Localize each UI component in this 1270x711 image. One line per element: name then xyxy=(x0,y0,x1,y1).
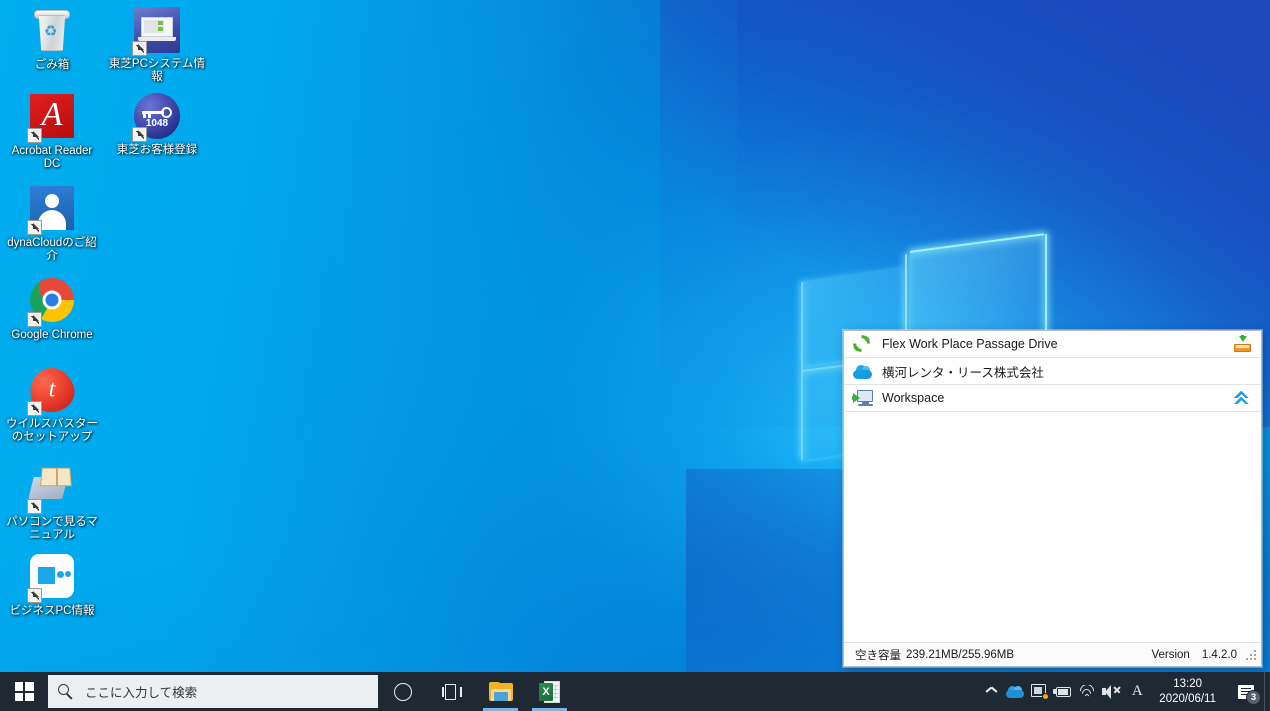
acrobat-reader-icon: A xyxy=(27,94,76,143)
desktop[interactable]: ♻ ごみ箱 東芝PCシステム情報 A Acrobat Reader DC 104… xyxy=(0,0,1270,711)
file-explorer-icon xyxy=(488,681,513,702)
free-space-label: 空き容量 xyxy=(855,649,901,662)
desktop-icon-label: dynaCloudのご紹介 xyxy=(7,237,97,262)
start-button[interactable] xyxy=(0,672,48,711)
clock-time: 13:20 xyxy=(1173,677,1203,690)
app-row-company[interactable]: 横河レンタ・リース株式会社 xyxy=(844,358,1261,385)
dynacloud-icon xyxy=(27,186,76,235)
excel-button[interactable]: X xyxy=(525,672,574,711)
desktop-icon-dynacloud[interactable]: dynaCloudのご紹介 xyxy=(0,184,104,263)
install-icon[interactable] xyxy=(1232,334,1252,354)
app-content-area[interactable] xyxy=(844,412,1261,642)
desktop-icon-acrobat-reader-dc[interactable]: A Acrobat Reader DC xyxy=(0,92,104,171)
app-row-action-empty xyxy=(1232,361,1252,381)
action-center-button[interactable]: 3 xyxy=(1228,672,1264,711)
notification-count-badge: 3 xyxy=(1246,690,1261,705)
show-hidden-icons-button[interactable] xyxy=(979,672,1003,711)
passage-drive-window[interactable]: Flex Work Place Passage Drive 横河レンタ・リース株… xyxy=(843,330,1262,667)
business-pc-info-icon xyxy=(27,554,76,603)
display-tray-button[interactable] xyxy=(1027,672,1051,711)
toshiba-customer-registration-icon: 1048 xyxy=(132,93,181,142)
cortana-icon xyxy=(393,682,412,701)
shortcut-arrow-icon xyxy=(27,588,42,603)
app-row-passage-drive[interactable]: Flex Work Place Passage Drive xyxy=(844,331,1261,358)
workspace-monitor-icon xyxy=(852,388,873,408)
app-row-label: 横河レンタ・リース株式会社 xyxy=(882,365,1044,380)
app-status-bar: 空き容量 239.21MB/255.96MB Version 1.4.2.0 xyxy=(844,642,1261,666)
display-icon xyxy=(1030,684,1049,700)
onedrive-cloud-icon xyxy=(1006,685,1025,698)
network-tray-button[interactable] xyxy=(1075,672,1099,711)
toshiba-pc-system-info-icon xyxy=(132,7,181,56)
shortcut-arrow-icon xyxy=(27,220,42,235)
desktop-icon-label: ビジネスPC情報 xyxy=(9,605,95,617)
sync-icon xyxy=(853,334,873,354)
cortana-button[interactable] xyxy=(378,672,427,711)
desktop-icon-google-chrome[interactable]: Google Chrome xyxy=(0,276,104,342)
onedrive-tray-button[interactable] xyxy=(1003,672,1027,711)
file-explorer-button[interactable] xyxy=(476,672,525,711)
desktop-icon-recycle-bin[interactable]: ♻ ごみ箱 xyxy=(0,6,104,72)
cloud-icon xyxy=(853,361,873,381)
chevron-up-icon xyxy=(986,688,997,695)
google-chrome-icon xyxy=(27,278,76,327)
resize-grip[interactable] xyxy=(1245,649,1256,660)
shortcut-arrow-icon xyxy=(27,401,42,416)
windows-logo-icon xyxy=(14,682,34,701)
desktop-icon-toshiba-customer-registration[interactable]: 1048 東芝お客様登録 xyxy=(105,92,209,157)
virus-buster-setup-icon: t xyxy=(25,363,79,417)
excel-icon: X xyxy=(539,680,560,703)
shortcut-arrow-icon xyxy=(27,499,42,514)
clock[interactable]: 13:20 2020/06/11 xyxy=(1151,672,1228,711)
desktop-icon-virus-buster-setup[interactable]: t ウイルスバスターのセットアップ xyxy=(0,363,104,444)
shortcut-arrow-icon xyxy=(132,127,147,142)
app-row-workspace[interactable]: Workspace xyxy=(844,385,1261,412)
free-space-value: 239.21MB/255.96MB xyxy=(906,648,1015,661)
desktop-icon-toshiba-pc-system-info[interactable]: 東芝PCシステム情報 xyxy=(105,6,209,84)
wifi-icon xyxy=(1078,685,1096,698)
task-view-button[interactable] xyxy=(427,672,476,711)
version-label: Version xyxy=(1151,648,1190,661)
battery-charging-icon xyxy=(1053,686,1073,698)
app-row-label: Workspace xyxy=(882,391,945,405)
pc-manual-icon xyxy=(27,465,76,514)
double-chevron-down-icon[interactable] xyxy=(1232,388,1252,408)
search-icon xyxy=(58,683,74,700)
shortcut-arrow-icon xyxy=(27,128,42,143)
desktop-icon-label: 東芝PCシステム情報 xyxy=(108,58,206,83)
ime-mode-button[interactable]: A xyxy=(1123,672,1151,711)
app-row-label: Flex Work Place Passage Drive xyxy=(882,337,1058,351)
search-placeholder: ここに入力して検索 xyxy=(85,686,198,700)
battery-tray-button[interactable] xyxy=(1051,672,1075,711)
task-view-icon xyxy=(441,683,462,700)
desktop-icon-label: Acrobat Reader DC xyxy=(11,145,93,170)
shortcut-arrow-icon xyxy=(27,312,42,327)
desktop-icon-label: ごみ箱 xyxy=(34,59,70,71)
desktop-icon-label: パソコンで見るマニュアル xyxy=(6,516,98,541)
recycle-bin-icon: ♻ xyxy=(28,8,76,56)
taskbar: ここに入力して検索 X A 13:20 2020/06/11 3 xyxy=(0,672,1270,711)
desktop-icon-label: 東芝お客様登録 xyxy=(116,144,198,156)
ime-A-icon: A xyxy=(1131,683,1143,699)
version-value: 1.4.2.0 xyxy=(1201,648,1237,661)
desktop-icon-business-pc-info[interactable]: ビジネスPC情報 xyxy=(0,552,104,618)
volume-tray-button[interactable] xyxy=(1099,672,1123,711)
desktop-icon-label: Google Chrome xyxy=(11,329,93,341)
shortcut-arrow-icon xyxy=(132,41,147,56)
desktop-icon-label: ウイルスバスターのセットアップ xyxy=(6,418,98,443)
search-input[interactable]: ここに入力して検索 xyxy=(48,675,378,708)
speaker-muted-icon xyxy=(1101,684,1121,699)
desktop-icon-pc-manual[interactable]: パソコンで見るマニュアル xyxy=(0,462,104,542)
system-tray: A 13:20 2020/06/11 3 xyxy=(979,672,1270,711)
show-desktop-button[interactable] xyxy=(1264,672,1270,711)
clock-date: 2020/06/11 xyxy=(1159,692,1216,705)
